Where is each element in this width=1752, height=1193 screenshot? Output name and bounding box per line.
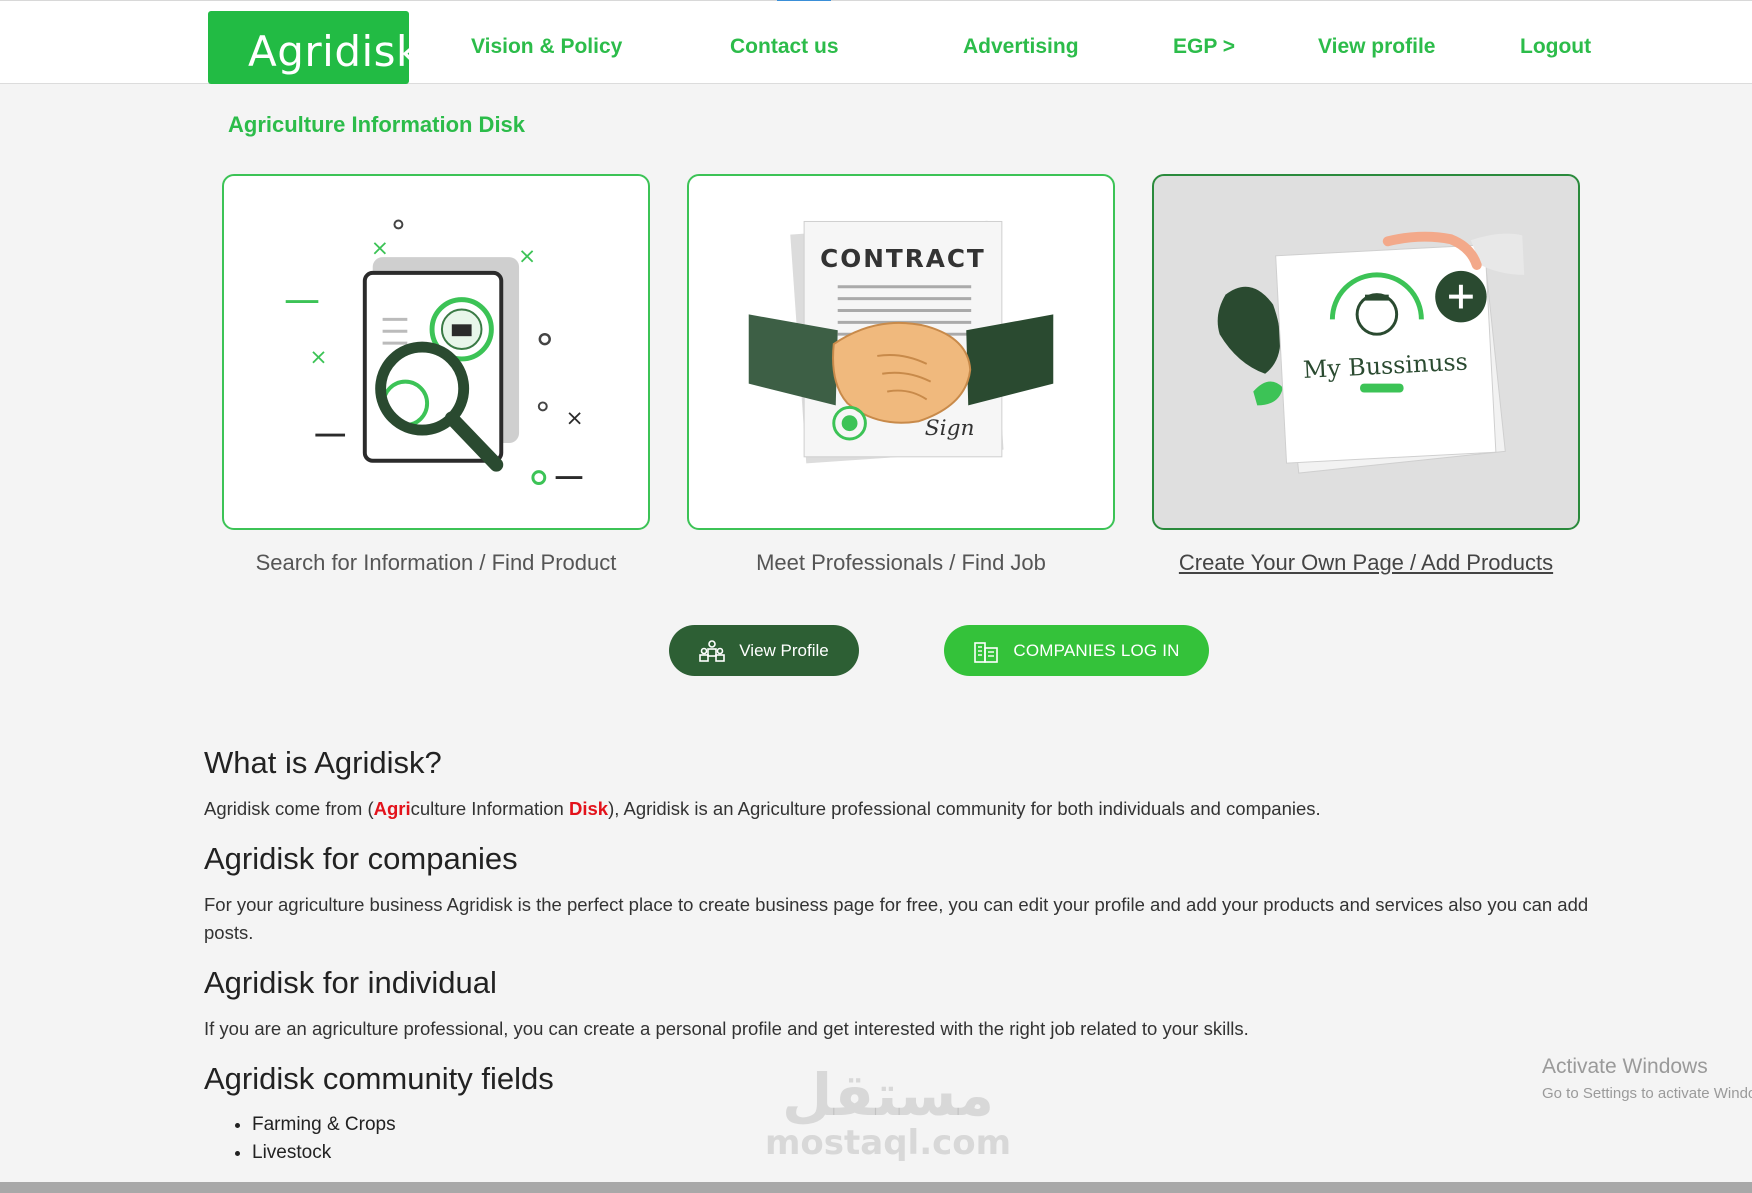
card-search-information[interactable]: × × × × [222, 174, 650, 530]
site-watermark: مستقل mostaql.com [765, 1065, 1011, 1161]
svg-text:×: × [309, 345, 327, 370]
svg-text:×: × [566, 406, 584, 431]
companies-login-button[interactable]: COMPANIES LOG IN [944, 625, 1209, 676]
companies-heading: Agridisk for companies [204, 841, 518, 876]
what-is-suffix: ), Agridisk is an Agriculture profession… [608, 798, 1321, 819]
activate-windows-subtitle: Go to Settings to activate Windows. [1542, 1085, 1752, 1102]
building-icon [973, 639, 999, 663]
nav-advertising[interactable]: Advertising [963, 35, 1079, 59]
contract-handshake-illustration: CONTRACT Sign [748, 220, 1054, 464]
what-is-heading: What is Agridisk? [204, 745, 442, 780]
individual-heading: Agridisk for individual [204, 965, 497, 1000]
what-is-prefix: Agridisk come from ( [204, 798, 374, 819]
view-profile-label: View Profile [739, 640, 829, 660]
nav-view-profile[interactable]: View profile [1318, 35, 1435, 59]
contract-title: CONTRACT [820, 244, 986, 273]
signature-text: Sign [925, 416, 975, 441]
nav-currency-egp[interactable]: EGP > [1173, 35, 1235, 59]
team-icon [699, 639, 726, 663]
nav-vision-policy[interactable]: Vision & Policy [471, 35, 622, 59]
activate-windows-title: Activate Windows [1542, 1055, 1708, 1078]
card-create-page[interactable]: My Bussinuss [1152, 174, 1580, 530]
card-search-caption[interactable]: Search for Information / Find Product [222, 550, 650, 576]
individual-text: If you are an agriculture professional, … [204, 1018, 1249, 1039]
activate-windows-watermark: Activate Windows Go to Settings to activ… [1542, 1055, 1752, 1102]
svg-text:×: × [371, 236, 389, 261]
business-page-illustration: My Bussinuss [1217, 231, 1525, 474]
card-create-caption-link[interactable]: Create Your Own Page / Add Products [1152, 550, 1580, 576]
disk-highlight: Disk [568, 798, 609, 819]
horizontal-scrollbar[interactable] [0, 1182, 1752, 1193]
svg-text:×: × [518, 244, 536, 269]
site-header: Agridisk Vision & Policy Contact us Adve… [0, 1, 1752, 84]
what-is-text: Agridisk come from (Agriculture Informat… [204, 795, 1604, 823]
nav-logout[interactable]: Logout [1520, 35, 1591, 59]
nav-contact-us[interactable]: Contact us [730, 35, 839, 59]
companies-login-label: COMPANIES LOG IN [1013, 640, 1180, 660]
page-subtitle: Agriculture Information Disk [228, 112, 526, 137]
card-meet-caption[interactable]: Meet Professionals / Find Job [687, 550, 1115, 576]
search-document-illustration: × × × × [285, 219, 584, 485]
card-meet-professionals[interactable]: CONTRACT Sign [687, 174, 1115, 530]
view-profile-button[interactable]: View Profile [669, 625, 859, 676]
what-is-culture: culture Information [410, 798, 569, 819]
site-watermark-arabic: مستقل [781, 1061, 995, 1129]
site-watermark-latin: mostaql.com [765, 1123, 1012, 1163]
site-logo[interactable]: Agridisk [208, 11, 420, 84]
agri-highlight: Agri [373, 798, 411, 819]
companies-text: For your agriculture business Agridisk i… [204, 894, 1589, 943]
